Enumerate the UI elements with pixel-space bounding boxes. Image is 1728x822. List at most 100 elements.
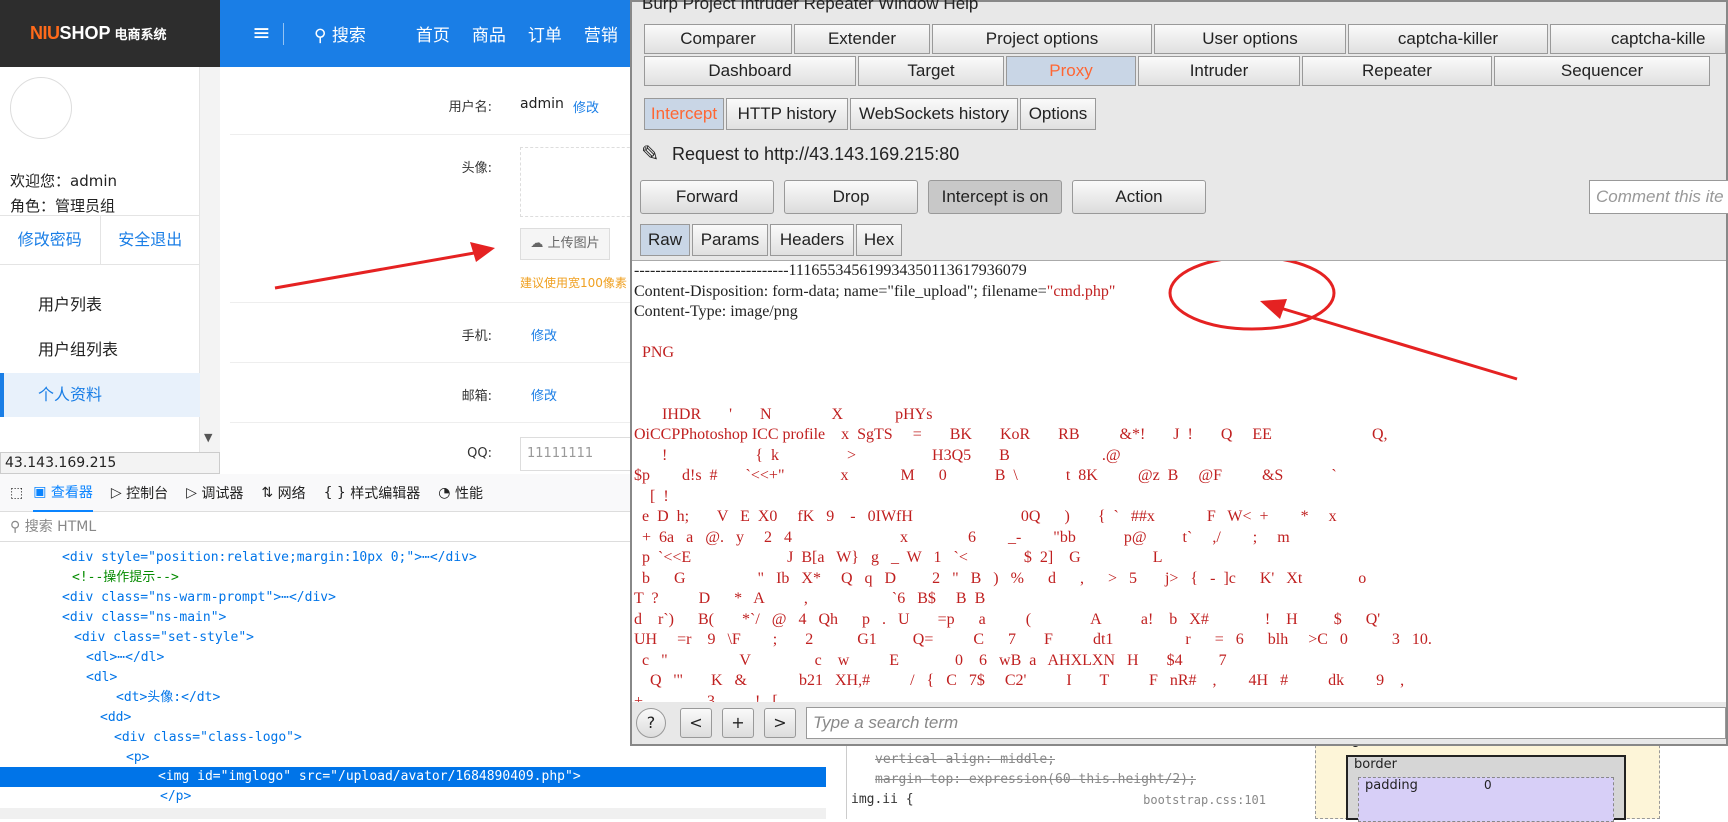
- css-declaration[interactable]: vertical-align: middle;: [847, 750, 1276, 770]
- css-source-link[interactable]: bootstrap.css:101: [1143, 790, 1266, 810]
- cloud-upload-icon: ☁: [530, 236, 544, 251]
- tab-repeater[interactable]: Repeater: [1302, 56, 1492, 86]
- viewtab-raw[interactable]: Raw: [640, 224, 690, 256]
- previous-button[interactable]: <: [680, 708, 712, 738]
- tab-label: 性能: [454, 485, 483, 502]
- node-text: <div class="ns-warm-prompt">⋯</div>: [62, 590, 336, 605]
- tree-node[interactable]: <div style="position:relative;margin:10p…: [0, 548, 640, 568]
- search-term-input[interactable]: Type a search term: [806, 707, 1726, 739]
- niushop-logo[interactable]: NIU SHOP 电商系统: [0, 0, 220, 67]
- node-text: <div style="position:relative;margin:10p…: [62, 550, 477, 565]
- tab-style-editor[interactable]: { } 样式编辑器: [324, 483, 421, 503]
- tab-captcha-killer-2[interactable]: captcha-kille: [1550, 24, 1726, 54]
- upload-label: 上传图片: [547, 236, 600, 251]
- tab-dashboard[interactable]: Dashboard: [644, 56, 856, 86]
- raw-line: p `<<E J B[a W} g _ W 1 `< $ 2] G L: [634, 549, 1163, 566]
- tab-user-options[interactable]: User options: [1154, 24, 1346, 54]
- tree-node[interactable]: <dl>⋯</dl>: [0, 648, 640, 668]
- chevron-down-icon[interactable]: ▼: [204, 431, 212, 444]
- logout-link[interactable]: 安全退出: [101, 216, 201, 264]
- node-breadcrumb[interactable]: [0, 808, 826, 819]
- sidebar-scrollbar[interactable]: ▼: [200, 67, 220, 452]
- node-text: <dt>头像:</dt>: [116, 690, 221, 705]
- upload-image-button[interactable]: ☁ 上传图片: [520, 228, 610, 260]
- nav-home[interactable]: 首页: [416, 21, 450, 46]
- burp-search-bar: ? < + > Type a search term: [632, 702, 1726, 744]
- tree-node[interactable]: <dt>头像:</dt>: [0, 688, 640, 708]
- tree-node-selected[interactable]: <img id="imglogo" src="/upload/avator/16…: [0, 767, 826, 787]
- css-declaration[interactable]: margin-top: expression(60-this.height/2)…: [847, 770, 1276, 790]
- qq-input[interactable]: 11111111: [520, 437, 640, 471]
- burp-menu-bar[interactable]: Burp Project Intruder Repeater Window He…: [632, 0, 1728, 14]
- subtab-options[interactable]: Options: [1020, 98, 1096, 130]
- tab-target[interactable]: Target: [858, 56, 1004, 86]
- status-bar-url: 43.143.169.215: [0, 452, 220, 474]
- tab-comparer[interactable]: Comparer: [644, 24, 792, 54]
- tab-intruder[interactable]: Intruder: [1138, 56, 1300, 86]
- tree-node[interactable]: <dd>: [0, 708, 640, 728]
- tab-sequencer[interactable]: Sequencer: [1494, 56, 1710, 86]
- raw-header-text: Content-Disposition: form-data; name="fi…: [634, 282, 1116, 300]
- tab-extender[interactable]: Extender: [794, 24, 930, 54]
- tab-network[interactable]: ⇅ 网络: [261, 483, 305, 503]
- tab-captcha-killer[interactable]: captcha-killer: [1348, 24, 1548, 54]
- add-button[interactable]: +: [722, 708, 754, 738]
- comment-input[interactable]: Comment this ite: [1589, 180, 1728, 214]
- box-border: border padding 0: [1346, 755, 1626, 822]
- tab-proxy[interactable]: Proxy: [1006, 56, 1136, 86]
- sidebar-item-user-groups[interactable]: 用户组列表: [0, 328, 200, 372]
- sidebar-item-profile[interactable]: 个人资料: [0, 373, 200, 417]
- tree-node[interactable]: <div class="ns-warm-prompt">⋯</div>: [0, 588, 640, 608]
- node-text: <div class="ns-main">: [62, 610, 227, 625]
- tab-label: 调试器: [201, 485, 244, 502]
- subtab-http-history[interactable]: HTTP history: [726, 98, 848, 130]
- drop-button[interactable]: Drop: [784, 180, 918, 214]
- action-button[interactable]: Action: [1072, 180, 1206, 214]
- viewtab-params[interactable]: Params: [692, 224, 768, 256]
- search-icon: ⚲: [10, 519, 21, 535]
- html-search-input[interactable]: ⚲ 搜索 HTML: [0, 512, 640, 542]
- forward-button[interactable]: Forward: [640, 180, 774, 214]
- qq-label: QQ:: [467, 446, 492, 461]
- tab-console[interactable]: ▷ 控制台: [111, 483, 168, 503]
- viewtab-hex[interactable]: Hex: [856, 224, 902, 256]
- tree-node[interactable]: <div class="set-style">: [0, 628, 640, 648]
- top-nav: ≡ ⚲ 搜索 首页 商品 订单 营销: [220, 0, 640, 67]
- change-password-link[interactable]: 修改密码: [0, 216, 101, 264]
- tree-node[interactable]: </p>: [160, 787, 191, 807]
- tab-performance[interactable]: ◔ 性能: [438, 483, 483, 503]
- email-label: 邮箱:: [461, 389, 492, 404]
- sidebar-item-user-list[interactable]: 用户列表: [0, 283, 200, 327]
- role-text: 角色：管理员组: [10, 197, 116, 215]
- nav-marketing[interactable]: 营销: [584, 21, 618, 46]
- tab-project-options[interactable]: Project options: [932, 24, 1152, 54]
- hamburger-menu-icon[interactable]: ≡: [240, 22, 284, 45]
- html-tree: <div style="position:relative;margin:10p…: [0, 548, 640, 768]
- divider: [230, 134, 640, 135]
- subtab-websockets-history[interactable]: WebSockets history: [850, 98, 1018, 130]
- tab-inspector[interactable]: ▣ 查看器: [33, 474, 93, 512]
- nav-orders[interactable]: 订单: [528, 21, 562, 46]
- username-label: 用户名:: [448, 100, 492, 115]
- help-icon[interactable]: ?: [636, 708, 666, 738]
- username-edit-link[interactable]: 修改: [573, 97, 599, 116]
- raw-request-editor[interactable]: -----------------------------11165534561…: [632, 260, 1726, 702]
- tree-node[interactable]: <div class="class-logo">: [0, 728, 640, 748]
- search-button[interactable]: ⚲ 搜索: [314, 21, 366, 46]
- tree-comment[interactable]: <!--操作提示-->: [0, 568, 640, 588]
- tree-node[interactable]: <div class="ns-main">: [0, 608, 640, 628]
- tree-node[interactable]: <p>: [0, 748, 640, 768]
- raw-line: UH =r 9 \F ; 2 G1 Q= C 7 F dt1 r = 6 blh…: [634, 631, 1432, 648]
- phone-edit-link[interactable]: 修改: [531, 325, 557, 344]
- viewtab-headers[interactable]: Headers: [770, 224, 854, 256]
- tab-debugger[interactable]: ▷ 调试器: [186, 483, 243, 503]
- element-picker-icon[interactable]: ⬚: [10, 485, 23, 501]
- burp-window: Burp Project Intruder Repeater Window He…: [630, 0, 1728, 746]
- subtab-intercept[interactable]: Intercept: [644, 98, 724, 130]
- intercept-toggle-button[interactable]: Intercept is on: [928, 180, 1062, 214]
- raw-line: IHDR ' N X pHYs: [634, 405, 933, 423]
- tree-node[interactable]: <dl>: [0, 668, 640, 688]
- email-edit-link[interactable]: 修改: [531, 385, 557, 404]
- next-button[interactable]: >: [764, 708, 796, 738]
- nav-goods[interactable]: 商品: [472, 21, 506, 46]
